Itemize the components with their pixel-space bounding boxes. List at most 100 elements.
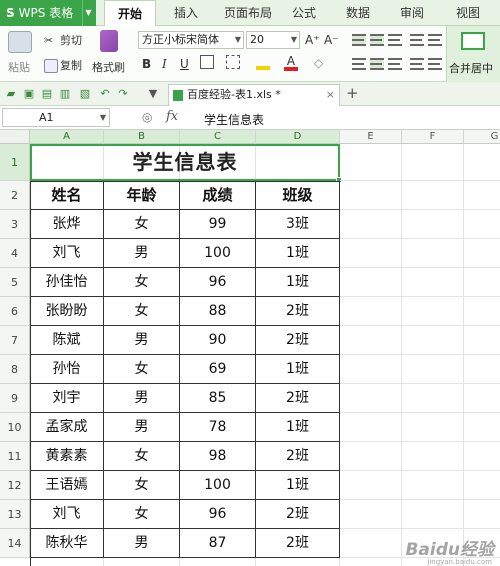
table-cell[interactable]: 刘飞 — [30, 500, 104, 529]
cell-style-icon[interactable] — [226, 55, 240, 69]
align-middle-icon[interactable] — [370, 34, 384, 46]
column-header[interactable]: B — [104, 130, 180, 144]
row-header[interactable]: 3 — [0, 210, 30, 239]
table-cell[interactable]: 2班 — [256, 500, 340, 529]
row-header[interactable]: 14 — [0, 529, 30, 558]
insert-function-icon[interactable]: fx — [166, 109, 178, 124]
table-cell[interactable]: 96 — [180, 268, 256, 297]
cut-button[interactable]: ✂ 剪切 — [44, 32, 82, 48]
document-tab[interactable]: 百度经验-表1.xls * × — [168, 84, 340, 106]
table-cell[interactable]: 女 — [104, 355, 180, 384]
table-cell[interactable]: 王语嫣 — [30, 471, 104, 500]
tab-view[interactable]: 视图 — [448, 0, 488, 26]
formula-input[interactable]: 学生信息表 — [204, 111, 264, 128]
italic-button[interactable]: I — [162, 56, 167, 72]
row-header[interactable]: 13 — [0, 500, 30, 529]
table-cell[interactable]: 男 — [104, 384, 180, 413]
font-name-select[interactable]: 方正小标宋简体 ▼ — [138, 31, 244, 49]
table-cell[interactable]: 女 — [104, 500, 180, 529]
select-all-corner[interactable] — [0, 130, 30, 144]
row-header[interactable]: 7 — [0, 326, 30, 355]
row-header[interactable]: 8 — [0, 355, 30, 384]
table-cell[interactable]: 女 — [104, 471, 180, 500]
row-header[interactable]: 1 — [0, 144, 30, 181]
table-cell[interactable]: 孙怡 — [30, 355, 104, 384]
row-header[interactable]: 6 — [0, 297, 30, 326]
table-cell[interactable]: 黄素素 — [30, 442, 104, 471]
app-menu-dropdown-icon[interactable]: ▼ — [82, 0, 94, 26]
align-bottom-icon[interactable] — [388, 34, 402, 46]
align-top-icon[interactable] — [352, 34, 366, 46]
tab-home[interactable]: 开始 — [104, 0, 156, 27]
row-header[interactable]: 12 — [0, 471, 30, 500]
tab-insert[interactable]: 插入 — [164, 0, 208, 26]
table-cell[interactable]: 3班 — [256, 210, 340, 239]
clear-format-icon[interactable]: ◇ — [314, 55, 328, 70]
column-header[interactable]: A — [30, 130, 104, 144]
table-cell[interactable]: 88 — [180, 297, 256, 326]
row-header[interactable]: 11 — [0, 442, 30, 471]
table-cell[interactable]: 1班 — [256, 355, 340, 384]
table-cell[interactable]: 张烨 — [30, 210, 104, 239]
align-left-icon[interactable] — [352, 58, 366, 70]
copy-button[interactable]: 复制 — [44, 57, 82, 73]
indent-icon[interactable] — [410, 34, 424, 46]
header-cell[interactable]: 姓名 — [30, 181, 104, 210]
close-icon[interactable]: × — [326, 85, 335, 105]
table-cell[interactable]: 女 — [104, 268, 180, 297]
table-cell[interactable]: 女 — [104, 210, 180, 239]
paste-icon[interactable] — [8, 31, 32, 53]
table-cell[interactable]: 2班 — [256, 326, 340, 355]
font-size-select[interactable]: 20 ▼ — [246, 31, 300, 49]
export-pdf-icon[interactable]: ▧ — [78, 87, 92, 101]
table-cell[interactable]: 孟家成 — [30, 413, 104, 442]
table-cell[interactable]: 张盼盼 — [30, 297, 104, 326]
table-cell[interactable]: 87 — [180, 529, 256, 558]
zoom-formula-icon[interactable]: ◎ — [142, 110, 152, 124]
header-cell[interactable]: 班级 — [256, 181, 340, 210]
table-cell[interactable]: 1班 — [256, 268, 340, 297]
table-cell[interactable]: 刘宇 — [30, 384, 104, 413]
table-cell[interactable]: 2班 — [256, 384, 340, 413]
row-header[interactable]: 4 — [0, 239, 30, 268]
header-cell[interactable]: 年龄 — [104, 181, 180, 210]
tab-data[interactable]: 数据 — [338, 0, 378, 26]
paste-label[interactable]: 粘贴 — [8, 59, 30, 75]
customize-dropdown-icon[interactable]: ▼ — [146, 87, 160, 101]
format-painter-label[interactable]: 格式刷 — [92, 59, 125, 75]
table-cell[interactable]: 85 — [180, 384, 256, 413]
table-cell[interactable]: 1班 — [256, 239, 340, 268]
row-header[interactable]: 5 — [0, 268, 30, 297]
table-cell[interactable]: 2班 — [256, 529, 340, 558]
table-cell[interactable]: 98 — [180, 442, 256, 471]
shrink-font-button[interactable]: A⁻ — [324, 32, 339, 48]
table-cell[interactable]: 100 — [180, 471, 256, 500]
row-header[interactable]: 9 — [0, 384, 30, 413]
table-cell[interactable]: 陈秋华 — [30, 529, 104, 558]
redo-icon[interactable]: ↷ — [116, 87, 130, 101]
merge-center-button[interactable]: 合并居中 — [446, 26, 500, 82]
tab-review[interactable]: 审阅 — [392, 0, 432, 26]
table-cell[interactable]: 1班 — [256, 471, 340, 500]
table-cell[interactable]: 96 — [180, 500, 256, 529]
table-cell[interactable]: 女 — [104, 442, 180, 471]
underline-button[interactable]: U — [180, 56, 189, 72]
distributed-icon[interactable] — [428, 58, 442, 70]
table-cell[interactable]: 男 — [104, 529, 180, 558]
table-cell[interactable]: 99 — [180, 210, 256, 239]
table-cell[interactable]: 90 — [180, 326, 256, 355]
justify-icon[interactable] — [410, 58, 424, 70]
print-preview-icon[interactable]: ▤ — [40, 87, 54, 101]
outdent-icon[interactable] — [428, 34, 442, 46]
table-cell[interactable]: 1班 — [256, 413, 340, 442]
column-header[interactable]: G — [464, 130, 500, 144]
table-cell[interactable]: 孙佳怡 — [30, 268, 104, 297]
table-cell[interactable]: 陈斌 — [30, 326, 104, 355]
align-center-icon[interactable] — [370, 58, 384, 70]
table-cell[interactable]: 2班 — [256, 442, 340, 471]
table-cell[interactable]: 男 — [104, 326, 180, 355]
bold-button[interactable]: B — [142, 56, 151, 72]
undo-icon[interactable]: ↶ — [98, 87, 112, 101]
row-header[interactable]: 2 — [0, 181, 30, 210]
align-right-icon[interactable] — [388, 58, 402, 70]
